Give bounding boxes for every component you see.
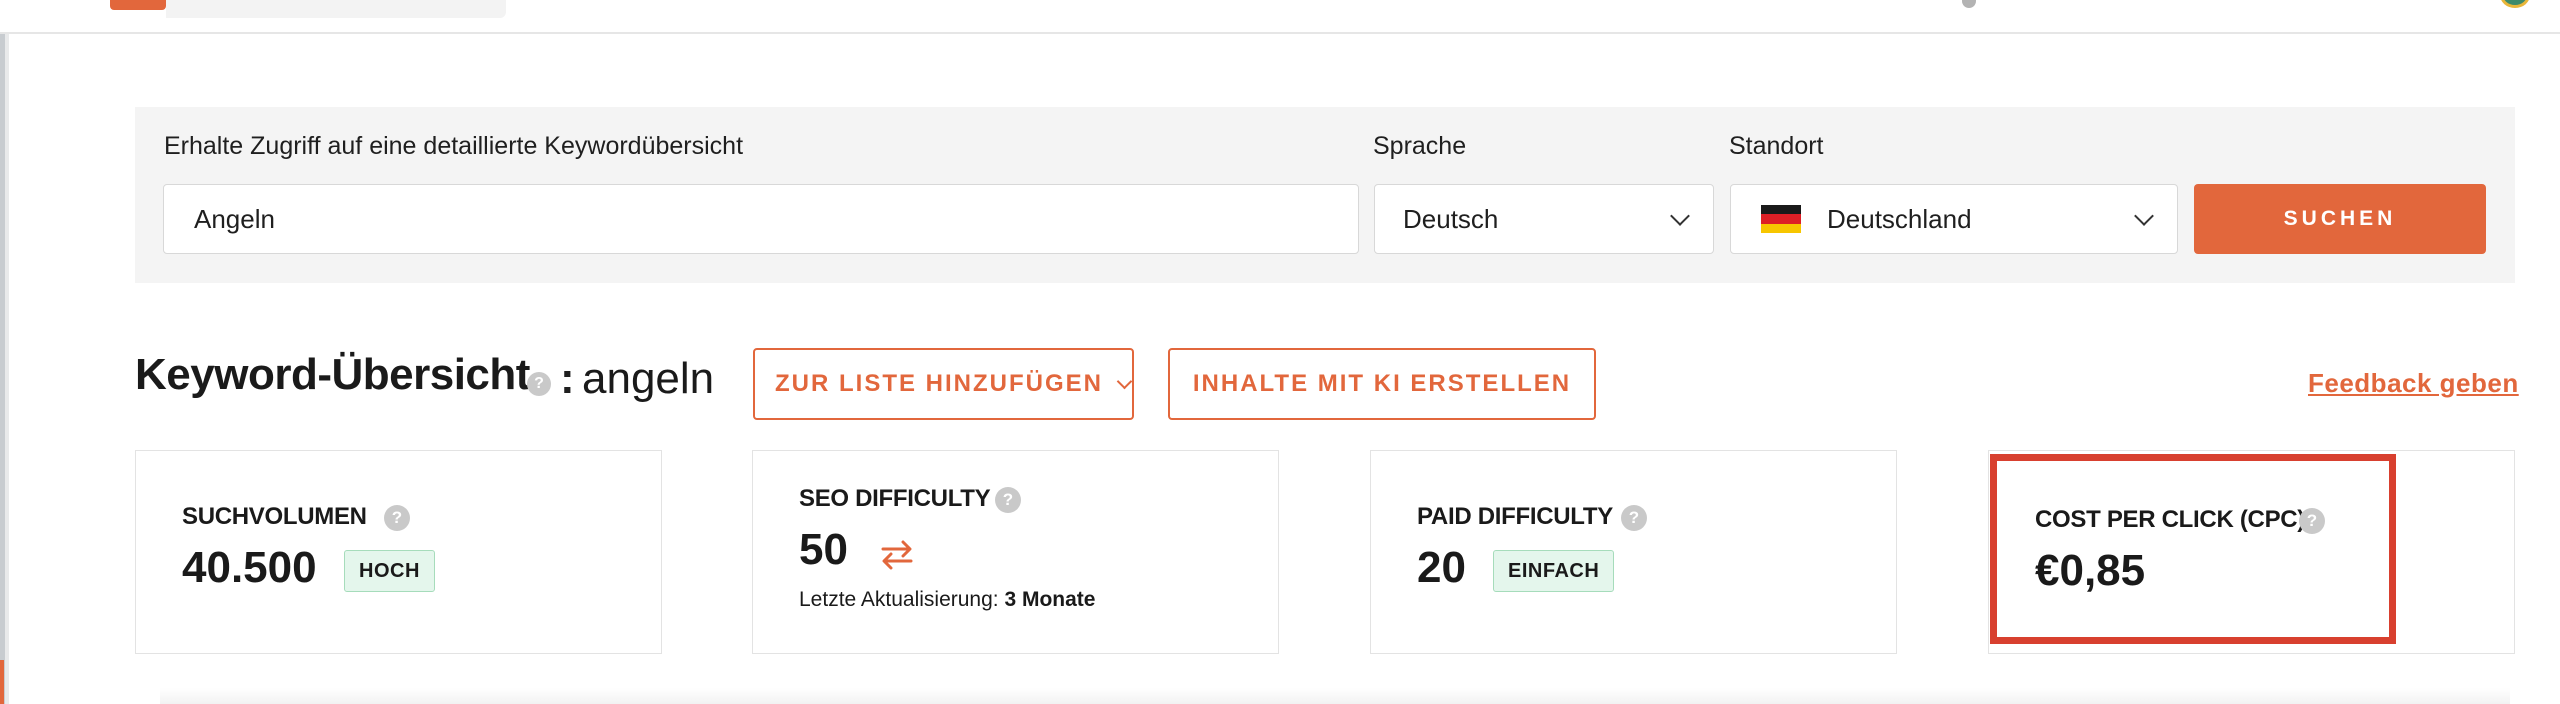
status-badge: HOCH [344, 550, 435, 592]
chevron-down-icon [1670, 206, 1690, 226]
refresh-icon[interactable] [877, 537, 917, 571]
top-search-bar[interactable] [166, 0, 506, 18]
search-volume-label: SUCHVOLUMEN [182, 503, 367, 530]
app-logo[interactable] [110, 0, 166, 10]
title-separator: : [560, 354, 575, 403]
location-select[interactable]: Deutschland [1730, 184, 2178, 254]
language-select-value: Deutsch [1403, 203, 1499, 234]
search-volume-card: SUCHVOLUMEN ? 40.500 HOCH [135, 450, 662, 654]
last-updated-value: 3 Monate [1004, 588, 1096, 611]
feedback-link[interactable]: Feedback geben [2308, 368, 2519, 399]
create-ai-content-button[interactable]: INHALTE MIT KI ERSTELLEN [1168, 348, 1596, 420]
paid-difficulty-value: 20 [1417, 543, 1466, 592]
help-icon[interactable]: ? [384, 505, 410, 531]
chevron-down-icon [1116, 373, 1133, 389]
keyword-input-value: Angeln [194, 203, 275, 234]
title-keyword: angeln [582, 354, 715, 403]
last-updated-text: Letzte Aktualisierung: 3 Monate [799, 588, 1095, 612]
seo-difficulty-label: SEO DIFFICULTY [799, 485, 991, 512]
search-button[interactable]: SUCHEN [2194, 184, 2486, 254]
chevron-down-icon [2134, 206, 2154, 226]
next-section-edge [160, 688, 2510, 704]
help-icon[interactable]: ? [1621, 505, 1647, 531]
language-select[interactable]: Deutsch [1374, 184, 1714, 254]
add-to-list-button[interactable]: ZUR LISTE HINZUFÜGEN [753, 348, 1134, 420]
top-navigation-bar [0, 0, 2560, 34]
paid-difficulty-label: PAID DIFFICULTY [1417, 503, 1613, 530]
help-icon[interactable]: ? [527, 372, 551, 396]
keyword-input[interactable]: Angeln [163, 184, 1359, 254]
search-volume-value: 40.500 [182, 543, 317, 592]
location-field-label: Standort [1729, 132, 1824, 160]
cpc-highlight-frame [1990, 454, 2396, 644]
left-window-edge [0, 34, 9, 704]
status-badge: EINFACH [1493, 550, 1615, 592]
page-title: Keyword-Übersicht [135, 350, 530, 399]
add-to-list-label: ZUR LISTE HINZUFÜGEN [775, 370, 1103, 397]
seo-difficulty-card: SEO DIFFICULTY ? 50 [752, 450, 1279, 654]
help-icon[interactable]: ? [995, 487, 1021, 513]
paid-difficulty-card: PAID DIFFICULTY ? 20 EINFACH [1370, 450, 1897, 654]
seo-difficulty-value: 50 [799, 525, 848, 574]
left-edge-marker [0, 660, 4, 704]
keyword-field-label: Erhalte Zugriff auf eine detaillierte Ke… [164, 132, 744, 160]
last-updated-prefix: Letzte Aktualisierung: [799, 588, 999, 611]
germany-flag-icon [1761, 205, 1801, 233]
language-field-label: Sprache [1373, 132, 1467, 160]
notification-icon[interactable] [1962, 0, 1976, 8]
location-select-value: Deutschland [1827, 203, 1972, 234]
user-avatar[interactable] [2500, 0, 2530, 8]
